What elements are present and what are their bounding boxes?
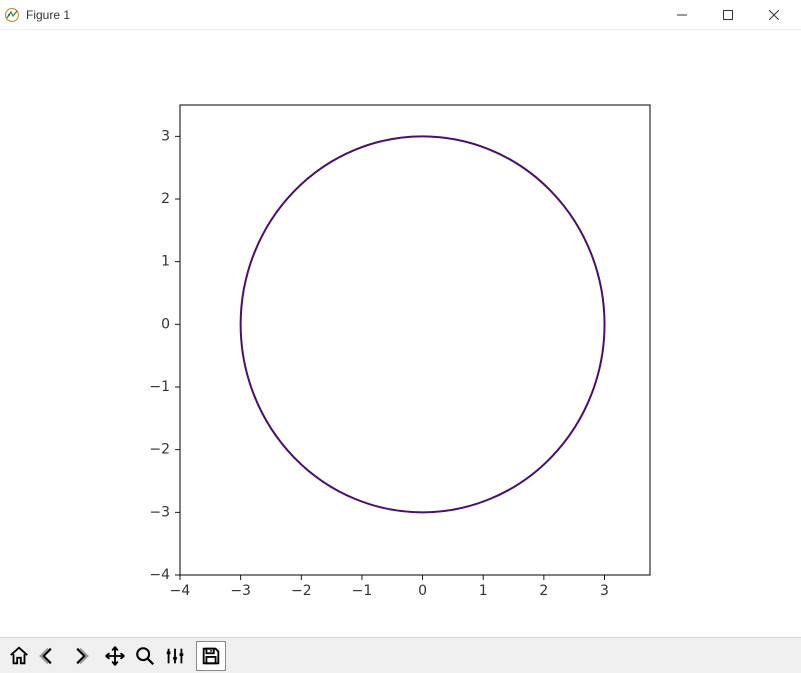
configure-subplots-button[interactable]	[160, 641, 190, 671]
xtick-label: 0	[418, 583, 427, 599]
forward-button[interactable]	[64, 641, 94, 671]
back-button[interactable]	[34, 641, 64, 671]
ytick-label: 3	[161, 128, 170, 144]
toolbar	[0, 637, 801, 673]
xtick-label: 2	[539, 583, 548, 599]
xtick-label: 1	[479, 583, 488, 599]
save-button[interactable]	[196, 641, 226, 671]
xtick-label: −2	[291, 583, 312, 599]
ytick-label: −2	[149, 442, 170, 458]
titlebar: Figure 1	[0, 0, 801, 30]
xtick-label: −4	[170, 583, 191, 599]
chart-svg: −4 −3 −2 −1 0 1 2 3 −4 −3 −2 −1 0 1 2 3	[0, 30, 801, 637]
app-icon	[4, 7, 20, 23]
pan-button[interactable]	[100, 641, 130, 671]
close-button[interactable]	[751, 0, 797, 30]
xtick-label: −3	[230, 583, 251, 599]
ytick-label: 1	[161, 254, 170, 270]
window-title: Figure 1	[26, 8, 70, 22]
zoom-button[interactable]	[130, 641, 160, 671]
axes-box	[180, 105, 650, 575]
ytick-label: 2	[161, 191, 170, 207]
ytick-label: −3	[149, 504, 170, 520]
ytick-label: 0	[161, 316, 170, 332]
minimize-button[interactable]	[659, 0, 705, 30]
home-button[interactable]	[4, 641, 34, 671]
ytick-label: −4	[149, 567, 170, 583]
xtick-label: −1	[352, 583, 373, 599]
ytick-label: −1	[149, 379, 170, 395]
plot-area[interactable]: −4 −3 −2 −1 0 1 2 3 −4 −3 −2 −1 0 1 2 3	[0, 30, 801, 637]
xtick-label: 3	[600, 583, 609, 599]
series-circle	[241, 136, 605, 512]
maximize-button[interactable]	[705, 0, 751, 30]
